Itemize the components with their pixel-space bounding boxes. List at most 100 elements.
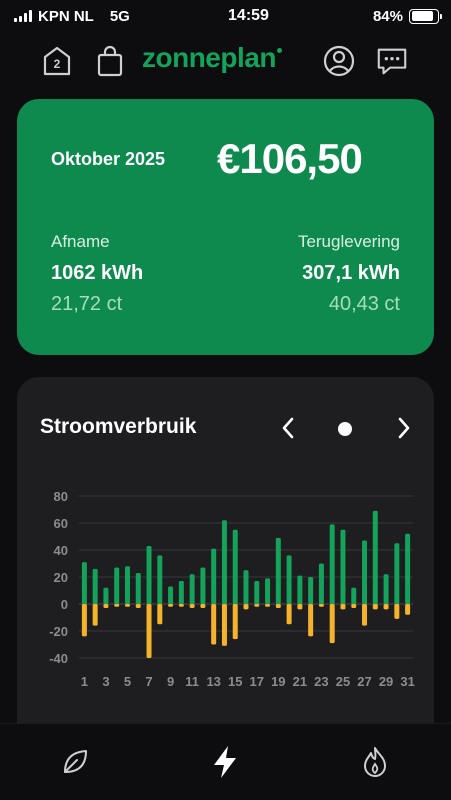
feed-in-bar	[308, 604, 314, 637]
consumption-bar	[114, 567, 120, 604]
consumption-bar	[81, 562, 87, 604]
feed-in-bar	[92, 604, 98, 626]
usage-bar-chart[interactable]: 806040200-20-401 3 5 7 9 11 13 15 17 19 21 23 25 27 29…	[17, 377, 434, 723]
chat-button[interactable]	[375, 44, 409, 78]
consumption-bar	[351, 587, 357, 604]
x-tick-label: 11	[185, 674, 199, 689]
x-tick-label: 9	[167, 674, 174, 689]
consumption-bar	[211, 548, 217, 604]
feed-in-bar	[286, 604, 292, 625]
consumption-bar	[265, 578, 271, 604]
bottom-navigation	[0, 723, 451, 800]
consumption-bar	[362, 540, 368, 604]
monthly-summary-card[interactable]: Oktober 2025 €106,50 Afname 1062 kWh 21,…	[17, 99, 434, 355]
feed-in-bar	[146, 604, 152, 658]
consumption-bar	[178, 581, 184, 604]
consumption-bar	[297, 575, 303, 604]
total-amount: €106,50	[217, 135, 363, 182]
feed-in-bar	[340, 604, 346, 610]
feed-in-bar	[254, 604, 260, 607]
consumption-bar	[372, 510, 378, 604]
battery-percentage: 84%	[372, 7, 403, 25]
consumption-bar	[286, 555, 292, 604]
consumption-bar	[340, 529, 346, 604]
network-label: 5G	[109, 7, 130, 25]
x-tick-label: 5	[124, 674, 131, 689]
feed-in-bar	[372, 604, 378, 610]
tab-gas[interactable]	[355, 742, 395, 782]
feed-in-bar	[178, 604, 184, 607]
consumption-bar	[254, 581, 260, 604]
consumption-bar	[103, 587, 109, 604]
feed-in-bar	[221, 604, 227, 646]
x-tick-label: 31	[400, 674, 414, 689]
consumption-bar	[92, 568, 98, 604]
feed-in-bar	[124, 604, 130, 607]
battery-icon	[409, 8, 442, 24]
teruglevering-label: Teruglevering	[297, 232, 400, 251]
y-tick-label: 20	[54, 570, 68, 585]
y-tick-label: 0	[61, 597, 68, 612]
feed-in-bar	[275, 604, 281, 609]
carrier-label: KPN NL	[38, 7, 94, 25]
x-tick-label: 29	[379, 674, 393, 689]
x-tick-label: 17	[250, 674, 264, 689]
y-tick-label: 40	[54, 543, 68, 558]
house-button[interactable]: 2	[40, 44, 74, 78]
consumption-bar	[146, 545, 152, 604]
month-label: Oktober 2025	[51, 149, 166, 169]
x-tick-label: 1	[81, 674, 88, 689]
x-tick-label: 27	[357, 674, 371, 689]
x-tick-label: 7	[145, 674, 152, 689]
tab-sustainability[interactable]	[55, 742, 95, 782]
y-tick-label: 60	[54, 516, 68, 531]
consumption-bar	[383, 574, 389, 604]
x-tick-label: 15	[228, 674, 242, 689]
flame-icon	[364, 747, 386, 777]
consumption-bar	[168, 586, 174, 604]
feed-in-bar	[405, 604, 411, 615]
consumption-bar	[135, 572, 141, 604]
usage-chart-card: Stroomverbruik 80 60 40 20 0 -20 -40 1 3 5 7 9 11 13 1…	[17, 377, 434, 737]
consumption-bar	[232, 529, 238, 604]
x-tick-label: 23	[314, 674, 328, 689]
feed-in-bar	[200, 604, 206, 609]
consumption-bar	[200, 567, 206, 604]
afname-price: 21,72 ct	[51, 293, 123, 315]
feed-in-bar	[265, 604, 271, 607]
house-badge: 2	[53, 57, 61, 71]
consumption-bar	[243, 570, 249, 604]
feed-in-bar	[297, 604, 303, 610]
afname-kwh: 1062 kWh	[51, 262, 144, 284]
feed-in-bar	[81, 604, 87, 637]
afname-label: Afname	[51, 232, 110, 251]
feed-in-bar	[135, 604, 141, 609]
feed-in-bar	[329, 604, 335, 644]
teruglevering-kwh: 307,1 kWh	[302, 262, 400, 284]
signal-icon	[14, 10, 32, 22]
x-tick-label: 21	[293, 674, 307, 689]
app-header: 2 zonneplan	[0, 38, 451, 84]
consumption-bar	[157, 555, 163, 604]
consumption-bar	[394, 543, 400, 604]
y-tick-label: -40	[49, 651, 68, 666]
x-tick-label: 19	[271, 674, 285, 689]
brand-logo: zonneplan	[142, 42, 282, 74]
feed-in-bar	[318, 604, 324, 607]
feed-in-bar	[114, 604, 120, 607]
consumption-bar	[405, 533, 411, 604]
shopping-bag-icon	[97, 45, 123, 77]
consumption-bar	[329, 524, 335, 604]
feed-in-bar	[232, 604, 238, 640]
leaf-icon	[64, 750, 87, 773]
status-bar: KPN NL 5G 14:59 84%	[0, 0, 451, 32]
consumption-bar	[189, 574, 195, 604]
teruglevering-price: 40,43 ct	[328, 293, 400, 315]
account-button[interactable]	[322, 44, 356, 78]
x-tick-label: 3	[102, 674, 109, 689]
feed-in-bar	[157, 604, 163, 625]
consumption-bar	[124, 566, 130, 604]
shop-button[interactable]	[93, 44, 127, 78]
tab-electricity[interactable]	[205, 742, 245, 782]
consumption-bar	[318, 563, 324, 604]
